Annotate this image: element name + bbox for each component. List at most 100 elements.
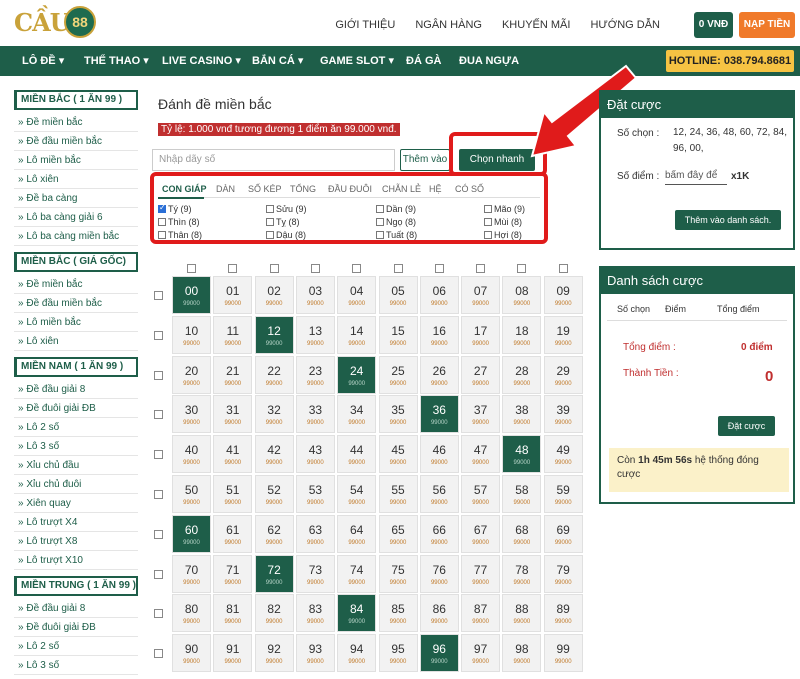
number-cell[interactable]: 05 99000 bbox=[378, 276, 418, 314]
link-ngan-hang[interactable]: NGÂN HÀNG bbox=[415, 19, 482, 31]
sidebar-item[interactable]: Đề miền bắc bbox=[14, 275, 138, 294]
number-cell[interactable]: 62 99000 bbox=[254, 514, 294, 553]
nav-da-ga[interactable]: ĐÁ GÀ bbox=[406, 46, 441, 76]
number-cell[interactable]: 22 99000 bbox=[254, 355, 294, 394]
tab-dan[interactable]: DÀN bbox=[216, 184, 235, 194]
number-cell[interactable]: 95 99000 bbox=[378, 634, 418, 673]
number-cell[interactable]: 43 99000 bbox=[295, 435, 335, 474]
row-checkbox[interactable] bbox=[154, 609, 163, 619]
number-cell[interactable]: 83 99000 bbox=[295, 594, 335, 633]
number-cell[interactable]: 06 99000 bbox=[419, 276, 459, 314]
number-cell[interactable]: 81 99000 bbox=[213, 594, 253, 633]
number-cell[interactable]: 56 99000 bbox=[419, 475, 459, 513]
row-checkbox[interactable] bbox=[154, 291, 163, 300]
tab-dau-duoi[interactable]: ĐẦU ĐUÔI bbox=[328, 184, 372, 194]
number-cell[interactable]: 37 99000 bbox=[461, 395, 501, 434]
number-cell[interactable]: 57 99000 bbox=[461, 475, 501, 513]
points-input[interactable]: bấm đây để bbox=[665, 167, 727, 185]
zodiac-checkbox[interactable]: Hợi (8) bbox=[484, 230, 522, 240]
column-checkbox[interactable] bbox=[352, 264, 362, 273]
row-checkbox[interactable] bbox=[154, 410, 163, 420]
number-cell[interactable]: 93 99000 bbox=[295, 634, 335, 673]
number-cell[interactable]: 26 99000 bbox=[419, 355, 459, 394]
number-cell[interactable]: 99 99000 bbox=[543, 634, 583, 673]
nav-the-thao[interactable]: THỂ THAO ▾ bbox=[84, 46, 149, 76]
number-cell[interactable]: 48 99000 bbox=[502, 435, 542, 474]
number-cell[interactable]: 01 99000 bbox=[213, 276, 253, 314]
link-khuyen-mai[interactable]: KHUYẾN MÃI bbox=[502, 19, 570, 31]
number-cell[interactable]: 09 99000 bbox=[543, 276, 583, 314]
number-cell[interactable]: 97 99000 bbox=[461, 634, 501, 673]
sidebar-item[interactable]: Lô trượt X8 bbox=[14, 532, 138, 551]
number-cell[interactable]: 16 99000 bbox=[419, 315, 459, 354]
number-cell[interactable]: 71 99000 bbox=[213, 554, 253, 593]
number-cell[interactable]: 14 99000 bbox=[337, 315, 377, 354]
column-checkbox[interactable] bbox=[269, 264, 279, 273]
number-cell[interactable]: 12 99000 bbox=[254, 315, 294, 354]
number-cell[interactable]: 00 99000 bbox=[172, 276, 211, 314]
number-cell[interactable]: 13 99000 bbox=[295, 315, 335, 354]
number-cell[interactable]: 38 99000 bbox=[502, 395, 542, 434]
sidebar-item[interactable]: Lô xiên bbox=[14, 332, 138, 351]
zodiac-checkbox[interactable]: Ngọ (8) bbox=[376, 217, 416, 227]
sidebar-item[interactable]: Lô xiên bbox=[14, 170, 138, 189]
number-cell[interactable]: 10 99000 bbox=[172, 315, 211, 354]
number-cell[interactable]: 31 99000 bbox=[213, 395, 253, 434]
add-to-list-button[interactable]: Thêm vào danh sách. bbox=[675, 210, 781, 230]
nav-game-slot[interactable]: GAME SLOT ▾ bbox=[320, 46, 394, 76]
number-cell[interactable]: 65 99000 bbox=[378, 514, 418, 553]
zodiac-checkbox[interactable]: Dậu (8) bbox=[266, 230, 306, 240]
number-cell[interactable]: 25 99000 bbox=[378, 355, 418, 394]
row-checkbox[interactable] bbox=[154, 450, 163, 460]
nav-ban-ca[interactable]: BẮN CÁ ▾ bbox=[252, 46, 303, 76]
zodiac-checkbox[interactable]: Dần (9) bbox=[376, 204, 416, 214]
number-cell[interactable]: 86 99000 bbox=[419, 594, 459, 633]
sidebar-item[interactable]: Lô ba càng giải 6 bbox=[14, 208, 138, 227]
number-cell[interactable]: 75 99000 bbox=[378, 554, 418, 593]
number-cell[interactable]: 46 99000 bbox=[419, 435, 459, 474]
number-cell[interactable]: 04 99000 bbox=[337, 276, 377, 314]
number-cell[interactable]: 77 99000 bbox=[461, 554, 501, 593]
number-cell[interactable]: 59 99000 bbox=[543, 475, 583, 513]
tab-tong[interactable]: TỔNG bbox=[290, 184, 316, 194]
sidebar-item[interactable]: Lô 3 số bbox=[14, 437, 138, 456]
sidebar-item[interactable]: Lô ba càng miền bắc bbox=[14, 227, 138, 246]
number-cell[interactable]: 69 99000 bbox=[543, 514, 583, 553]
zodiac-checkbox[interactable]: Thìn (8) bbox=[158, 217, 200, 227]
sidebar-item[interactable]: Lô miền bắc bbox=[14, 151, 138, 170]
tab-he[interactable]: HỆ bbox=[429, 184, 442, 194]
number-cell[interactable]: 33 99000 bbox=[295, 395, 335, 434]
number-cell[interactable]: 42 99000 bbox=[254, 435, 294, 474]
number-cell[interactable]: 02 99000 bbox=[254, 276, 294, 314]
number-cell[interactable]: 08 99000 bbox=[502, 276, 542, 314]
row-checkbox[interactable] bbox=[154, 370, 163, 380]
zodiac-checkbox[interactable]: Mão (9) bbox=[484, 204, 525, 214]
zodiac-checkbox[interactable]: Tý (9) bbox=[158, 203, 192, 214]
tab-co-so[interactable]: CÓ SỐ bbox=[455, 184, 484, 194]
number-cell[interactable]: 78 99000 bbox=[502, 554, 542, 593]
sidebar-item[interactable]: Lô 2 số bbox=[14, 637, 138, 656]
zodiac-checkbox[interactable]: Mùi (8) bbox=[484, 217, 522, 227]
sidebar-item[interactable]: Lô 2 số bbox=[14, 418, 138, 437]
sidebar-item[interactable]: Xỉu chủ đầu bbox=[14, 456, 138, 475]
number-cell[interactable]: 64 99000 bbox=[337, 514, 377, 553]
number-cell[interactable]: 36 99000 bbox=[419, 395, 459, 434]
tab-so-kep[interactable]: SỐ KÉP bbox=[248, 184, 282, 194]
number-cell[interactable]: 92 99000 bbox=[254, 634, 294, 673]
number-cell[interactable]: 63 99000 bbox=[295, 514, 335, 553]
column-checkbox[interactable] bbox=[434, 264, 444, 273]
sidebar-item[interactable]: Lô miền bắc bbox=[14, 313, 138, 332]
column-checkbox[interactable] bbox=[517, 264, 527, 273]
tab-chan-le[interactable]: CHẴN LẺ bbox=[382, 184, 421, 194]
number-cell[interactable]: 51 99000 bbox=[213, 475, 253, 513]
number-cell[interactable]: 11 99000 bbox=[213, 315, 253, 354]
sidebar-item[interactable]: Xỉu chủ đuôi bbox=[14, 475, 138, 494]
number-cell[interactable]: 89 99000 bbox=[543, 594, 583, 633]
number-cell[interactable]: 32 99000 bbox=[254, 395, 294, 434]
number-cell[interactable]: 60 99000 bbox=[172, 514, 211, 553]
nav-live-casino[interactable]: LIVE CASINO ▾ bbox=[162, 46, 241, 76]
number-cell[interactable]: 18 99000 bbox=[502, 315, 542, 354]
number-cell[interactable]: 98 99000 bbox=[502, 634, 542, 673]
row-checkbox[interactable] bbox=[154, 649, 163, 659]
number-cell[interactable]: 03 99000 bbox=[295, 276, 335, 314]
